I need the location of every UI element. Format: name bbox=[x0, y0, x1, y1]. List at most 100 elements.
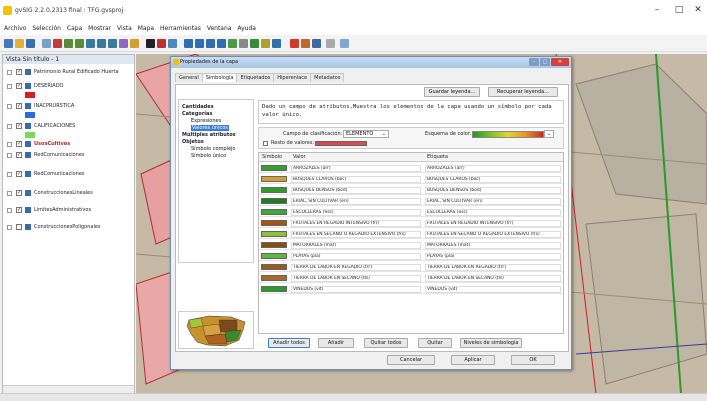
symbol-swatch[interactable] bbox=[261, 275, 287, 281]
zoom-full-icon[interactable] bbox=[86, 39, 95, 48]
layer-item[interactable]: ✓ RedComunicaciones bbox=[3, 150, 134, 160]
symbol-swatch[interactable] bbox=[261, 264, 287, 270]
value-cell[interactable]: TIERRA DE LABOR EN REGADÍO (trr) bbox=[291, 264, 421, 271]
symbol-swatch[interactable] bbox=[261, 231, 287, 237]
ok-button[interactable]: OK bbox=[511, 355, 555, 365]
add-all-button[interactable]: Añadir todos bbox=[268, 338, 310, 348]
table-row[interactable]: FRUTALES EN SECANO O REGADÍO EXTENSIVO (… bbox=[259, 229, 563, 239]
menu-mostrar[interactable]: Mostrar bbox=[88, 22, 111, 35]
tree-simbolo-unico[interactable]: Símbolo único bbox=[191, 153, 226, 159]
symbol-swatch[interactable] bbox=[261, 165, 287, 171]
tree-categorias[interactable]: Categorías bbox=[182, 111, 212, 117]
tab-hiperenlace[interactable]: Hiperenlace bbox=[273, 73, 312, 82]
label-cell[interactable]: TIERRA DE LABOR EN SECANO (tls) bbox=[425, 275, 561, 282]
value-cell[interactable]: PLAYAS (pla) bbox=[291, 253, 421, 260]
label-cell[interactable]: BOSQUES CLAROS (boc) bbox=[425, 176, 561, 183]
save-icon[interactable] bbox=[26, 39, 35, 48]
expand-icon[interactable] bbox=[7, 84, 12, 89]
symbol-swatch[interactable] bbox=[261, 198, 287, 204]
visibility-checkbox[interactable]: ✓ bbox=[16, 207, 22, 213]
resto-color-swatch[interactable] bbox=[315, 141, 367, 146]
menu-ayuda[interactable]: Ayuda bbox=[237, 22, 256, 35]
visibility-checkbox[interactable]: ✓ bbox=[16, 83, 22, 89]
symbol-swatch[interactable] bbox=[261, 286, 287, 292]
cancel-button[interactable]: Cancelar bbox=[387, 355, 435, 365]
menu-mapa[interactable]: Mapa bbox=[138, 22, 154, 35]
minimize-button[interactable]: – bbox=[650, 4, 664, 16]
remove-all-button[interactable]: Quitar todos bbox=[364, 338, 408, 348]
layer-item[interactable]: ✓ Patrimonio Rural Edificado Huerta bbox=[3, 67, 134, 77]
symbol-swatch[interactable] bbox=[261, 220, 287, 226]
value-cell[interactable]: TIERRA DE LABOR EN SECANO (tls) bbox=[291, 275, 421, 282]
add-button[interactable]: Añadir bbox=[318, 338, 354, 348]
tree-expresiones[interactable]: Expresiones bbox=[191, 118, 221, 124]
symbol-swatch[interactable] bbox=[261, 176, 287, 182]
dialog-maximize-button[interactable]: □ bbox=[540, 58, 550, 66]
value-cell[interactable]: FRUTALES EN REGADÍO INTENSIVO (frr) bbox=[291, 220, 421, 227]
value-cell[interactable]: FRUTALES EN SECANO O REGADÍO EXTENSIVO (… bbox=[291, 231, 421, 238]
zoom-in-icon[interactable] bbox=[64, 39, 73, 48]
menu-archivo[interactable]: Archivo bbox=[4, 22, 26, 35]
stop-icon[interactable] bbox=[290, 39, 299, 48]
new-icon[interactable] bbox=[4, 39, 13, 48]
remove-button[interactable]: Quitar bbox=[418, 338, 452, 348]
expand-icon[interactable] bbox=[7, 153, 12, 158]
layer-item[interactable]: ✓ DESERIADO bbox=[3, 81, 134, 91]
symbol-swatch[interactable] bbox=[261, 253, 287, 259]
layer-item[interactable]: ConstruccionesPoligonales bbox=[3, 222, 134, 232]
tree-cantidades[interactable]: Cantidades bbox=[182, 104, 214, 110]
open-icon[interactable] bbox=[15, 39, 24, 48]
table-row[interactable]: BOSQUES CLAROS (boc) BOSQUES CLAROS (boc) bbox=[259, 174, 563, 184]
table-row[interactable]: FRUTALES EN REGADÍO INTENSIVO (frr) FRUTA… bbox=[259, 218, 563, 228]
buffer-icon[interactable] bbox=[228, 39, 237, 48]
visibility-checkbox[interactable]: ✓ bbox=[16, 141, 22, 147]
symbol-swatch[interactable] bbox=[261, 209, 287, 215]
label-cell[interactable]: FRUTALES EN REGADÍO INTENSIVO (frr) bbox=[425, 220, 561, 227]
symbol-swatch[interactable] bbox=[261, 242, 287, 248]
visibility-checkbox[interactable]: ✓ bbox=[16, 152, 22, 158]
label-cell[interactable]: TIERRA DE LABOR EN REGADÍO (trr) bbox=[425, 264, 561, 271]
dialog-close-button[interactable]: ✕ bbox=[551, 58, 569, 66]
close-button[interactable]: ✕ bbox=[691, 4, 705, 16]
expand-icon[interactable] bbox=[7, 124, 12, 129]
zoom-layer-icon[interactable] bbox=[97, 39, 106, 48]
value-cell[interactable]: BOSQUES DENSOS (bod) bbox=[291, 187, 421, 194]
table-row[interactable]: TIERRA DE LABOR EN SECANO (tls) TIERRA DE… bbox=[259, 273, 563, 283]
maximize-button[interactable]: □ bbox=[672, 4, 686, 16]
select-circle-icon[interactable] bbox=[217, 39, 226, 48]
filter-icon[interactable] bbox=[239, 39, 248, 48]
expand-icon[interactable] bbox=[7, 142, 12, 147]
label-cell[interactable]: BOSQUES DENSOS (bod) bbox=[425, 187, 561, 194]
zoom-select-icon[interactable] bbox=[108, 39, 117, 48]
measure-icon[interactable] bbox=[261, 39, 270, 48]
layout-icon[interactable] bbox=[312, 39, 321, 48]
value-cell[interactable]: BOSQUES CLAROS (boc) bbox=[291, 176, 421, 183]
layer-item[interactable]: ✓ LimitesAdministrativos bbox=[3, 205, 134, 215]
visibility-checkbox[interactable] bbox=[16, 224, 22, 230]
value-cell[interactable]: ESCOLLERAS (esc) bbox=[291, 209, 421, 216]
dialog-minimize-button[interactable]: – bbox=[529, 58, 539, 66]
visibility-checkbox[interactable]: ✓ bbox=[16, 103, 22, 109]
select-rect-icon[interactable] bbox=[195, 39, 204, 48]
resto-checkbox[interactable] bbox=[263, 141, 268, 146]
symbol-swatch[interactable] bbox=[261, 187, 287, 193]
layer-add-icon[interactable] bbox=[168, 39, 177, 48]
label-cell[interactable]: VIÑEDOS (vit) bbox=[425, 286, 561, 293]
layer-item[interactable]: ✓ UsosCultivos bbox=[3, 139, 134, 149]
grid-icon[interactable] bbox=[326, 39, 335, 48]
info-icon[interactable] bbox=[146, 39, 155, 48]
tree-simbolo-complejo[interactable]: Símbolo complejo bbox=[191, 146, 235, 152]
label-cell[interactable]: PLAYAS (pla) bbox=[425, 253, 561, 260]
horizontal-scrollbar[interactable] bbox=[3, 385, 134, 393]
label-cell[interactable]: ARROZALES (arr) bbox=[425, 165, 561, 172]
value-cell[interactable]: MATORRALES (mat) bbox=[291, 242, 421, 249]
layer-item[interactable]: ✓ INACPRURSTICA bbox=[3, 101, 134, 111]
zoom-out-icon[interactable] bbox=[75, 39, 84, 48]
tree-multiples-atributos[interactable]: Múltiples atributos bbox=[182, 132, 236, 138]
value-cell[interactable]: ERIAL, SIN CULTIVAR (eri) bbox=[291, 198, 421, 205]
tab-general[interactable]: General bbox=[175, 73, 203, 82]
tree-valores-unicos[interactable]: Valores únicos bbox=[191, 125, 229, 131]
campo-select[interactable]: ELEMENTO ⌄ bbox=[343, 130, 389, 138]
label-cell[interactable]: ESCOLLERAS (esc) bbox=[425, 209, 561, 216]
expand-icon[interactable] bbox=[7, 191, 12, 196]
